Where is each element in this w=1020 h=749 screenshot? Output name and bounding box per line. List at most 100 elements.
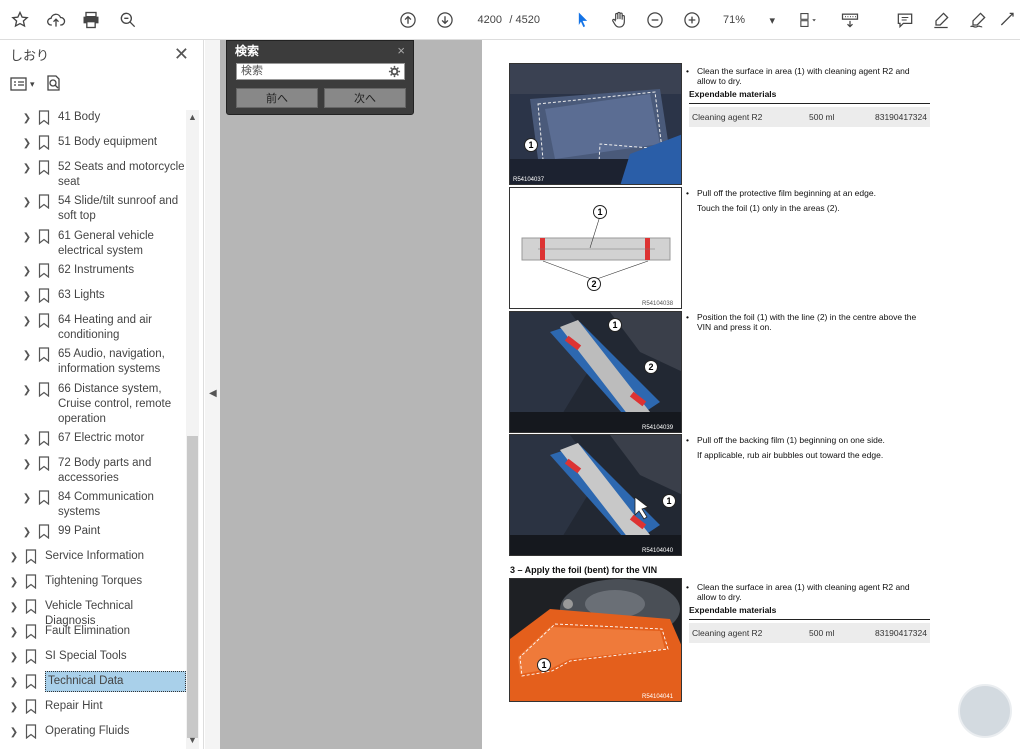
collapse-panel-icon[interactable]: ◀ [209, 388, 217, 399]
more-tools-icon[interactable] [998, 8, 1018, 32]
search-input[interactable]: 検索 [236, 63, 405, 80]
bookmark-item[interactable]: ❯ Technical Data [0, 671, 186, 692]
chevron-right-icon[interactable]: ❯ [9, 625, 19, 640]
bookmark-label: 84 Communication systems [58, 491, 154, 518]
bookmark-icon [38, 456, 50, 471]
close-icon[interactable]: ✕ [174, 44, 189, 65]
chevron-right-icon[interactable]: ❯ [22, 161, 32, 176]
bookmark-item[interactable]: ❯ Fault Elimination [0, 624, 186, 640]
material-name: Cleaning agent R2 [692, 628, 763, 638]
keyboard-scroll-icon[interactable] [838, 8, 862, 32]
find-bookmark-icon[interactable] [45, 74, 63, 95]
bookmark-item[interactable]: ❯ 52 Seats and motorcycle seat [0, 160, 186, 190]
select-cursor-icon[interactable] [571, 8, 595, 32]
bookmark-label: Technical Data [45, 671, 186, 692]
chevron-right-icon[interactable]: ❯ [22, 348, 32, 363]
gear-icon[interactable] [388, 65, 401, 78]
chevron-right-icon[interactable]: ❯ [22, 457, 32, 472]
bookmark-item[interactable]: ❯ Operating Fluids [0, 724, 186, 740]
options-menu-icon[interactable]: ▾ [10, 75, 35, 93]
image-id: R54104038 [642, 301, 674, 307]
scroll-down-icon[interactable]: ▼ [186, 735, 199, 747]
material-row: Cleaning agent R2 500 ml 83190417324 [689, 623, 930, 643]
scroll-up-icon[interactable]: ▲ [186, 112, 199, 124]
bookmark-label: SI Special Tools [45, 650, 127, 662]
print-icon[interactable] [79, 8, 103, 32]
bookmark-item[interactable]: ❯ 84 Communication systems [0, 490, 186, 520]
chevron-right-icon[interactable]: ❯ [22, 314, 32, 329]
chevron-right-icon[interactable]: ❯ [22, 383, 32, 398]
bookmark-star-icon[interactable] [8, 8, 32, 32]
bookmark-item[interactable]: ❯ 72 Body parts and accessories [0, 456, 186, 486]
bookmark-label: Tightening Torques [45, 575, 143, 587]
chevron-right-icon[interactable]: ❯ [9, 600, 19, 615]
chevron-right-icon[interactable]: ❯ [22, 289, 32, 304]
page-current[interactable]: 4200 [470, 14, 502, 26]
highlight-pen-icon[interactable] [929, 8, 953, 32]
search-panel: 検索 × 検索 前へ 次へ [226, 40, 414, 115]
material-row: Cleaning agent R2 500 ml 83190417324 [689, 107, 930, 127]
next-page-icon[interactable] [433, 8, 457, 32]
bookmark-item[interactable]: ❯ 64 Heating and air conditioning [0, 313, 186, 343]
bookmark-icon [38, 229, 50, 244]
bookmark-item[interactable]: ❯ 51 Body equipment [0, 135, 186, 151]
bookmark-label: 64 Heating and air conditioning [58, 314, 152, 341]
chevron-right-icon[interactable]: ❯ [9, 675, 19, 690]
close-icon[interactable]: × [397, 43, 405, 58]
bookmark-item[interactable]: ❯ Service Information [0, 549, 186, 565]
bookmark-icon [25, 674, 37, 689]
chevron-right-icon[interactable]: ❯ [9, 725, 19, 740]
image-id: R54104041 [642, 694, 674, 700]
zoom-level-select[interactable]: 71% ▾ [723, 11, 775, 29]
bookmark-item[interactable]: ❯ 41 Body [0, 110, 186, 126]
bookmark-item[interactable]: ❯ 99 Paint [0, 524, 186, 540]
bookmark-item[interactable]: ❯ 67 Electric motor [0, 431, 186, 447]
bookmark-icon [38, 135, 50, 150]
bookmark-label: 72 Body parts and accessories [58, 457, 152, 484]
upload-cloud-icon[interactable] [44, 8, 68, 32]
bookmarks-scrollbar[interactable]: ▲ ▼ [186, 110, 199, 749]
bookmark-item[interactable]: ❯ Repair Hint [0, 699, 186, 715]
chevron-right-icon[interactable]: ❯ [22, 264, 32, 279]
chevron-right-icon[interactable]: ❯ [9, 650, 19, 665]
chevron-right-icon[interactable]: ❯ [9, 550, 19, 565]
chevron-right-icon[interactable]: ❯ [9, 575, 19, 590]
zoom-out-icon[interactable] [643, 8, 667, 32]
bookmark-item[interactable]: ❯ 61 General vehicle electrical system [0, 229, 186, 259]
page-display-icon[interactable] [793, 8, 823, 32]
search-prev-button[interactable]: 前へ [236, 88, 318, 108]
draw-signature-icon[interactable] [966, 8, 990, 32]
search-zoom-icon[interactable] [116, 8, 140, 32]
page-number-field[interactable]: 4200 / 4520 [470, 11, 540, 29]
bookmarks-panel: しおり ✕ ▾ ❯ 41 Body ❯ 51 Body equipment ❯ 52 Se… [0, 40, 204, 749]
materials-table: Cleaning agent R2 500 ml 83190417324 [689, 103, 930, 127]
bookmark-label: 66 Distance system, Cruise control, remo… [58, 383, 172, 425]
chevron-right-icon[interactable]: ❯ [22, 136, 32, 151]
callout-1: 1 [537, 658, 551, 672]
image-id: R54104040 [642, 548, 674, 554]
bookmark-item[interactable]: ❯ 54 Slide/tilt sunroof and soft top [0, 194, 186, 224]
hand-tool-icon[interactable] [607, 8, 631, 32]
chevron-right-icon[interactable]: ❯ [22, 230, 32, 245]
chevron-right-icon[interactable]: ❯ [22, 111, 32, 126]
callout-1: 1 [662, 494, 676, 508]
floating-action-button[interactable] [958, 684, 1012, 738]
zoom-in-icon[interactable] [680, 8, 704, 32]
bookmark-item[interactable]: ❯ 63 Lights [0, 288, 186, 304]
bookmark-item[interactable]: ❯ SI Special Tools [0, 649, 186, 665]
chevron-right-icon[interactable]: ❯ [22, 491, 32, 506]
bookmark-item[interactable]: ❯ 62 Instruments [0, 263, 186, 279]
chevron-right-icon[interactable]: ❯ [9, 700, 19, 715]
bookmark-item[interactable]: ❯ Tightening Torques [0, 574, 186, 590]
chevron-right-icon[interactable]: ❯ [22, 525, 32, 540]
search-next-button[interactable]: 次へ [324, 88, 406, 108]
photo-3: 1 2 R54104039 [509, 311, 682, 433]
bookmark-item[interactable]: ❯ 65 Audio, navigation, information syste… [0, 347, 186, 377]
chevron-right-icon[interactable]: ❯ [22, 432, 32, 447]
previous-page-icon[interactable] [396, 8, 420, 32]
comment-icon[interactable] [893, 8, 917, 32]
panel-splitter[interactable]: ◀ [205, 40, 220, 749]
chevron-right-icon[interactable]: ❯ [22, 195, 32, 210]
bookmark-item[interactable]: ❯ 66 Distance system, Cruise control, rem… [0, 382, 186, 427]
scroll-thumb[interactable] [187, 436, 198, 738]
